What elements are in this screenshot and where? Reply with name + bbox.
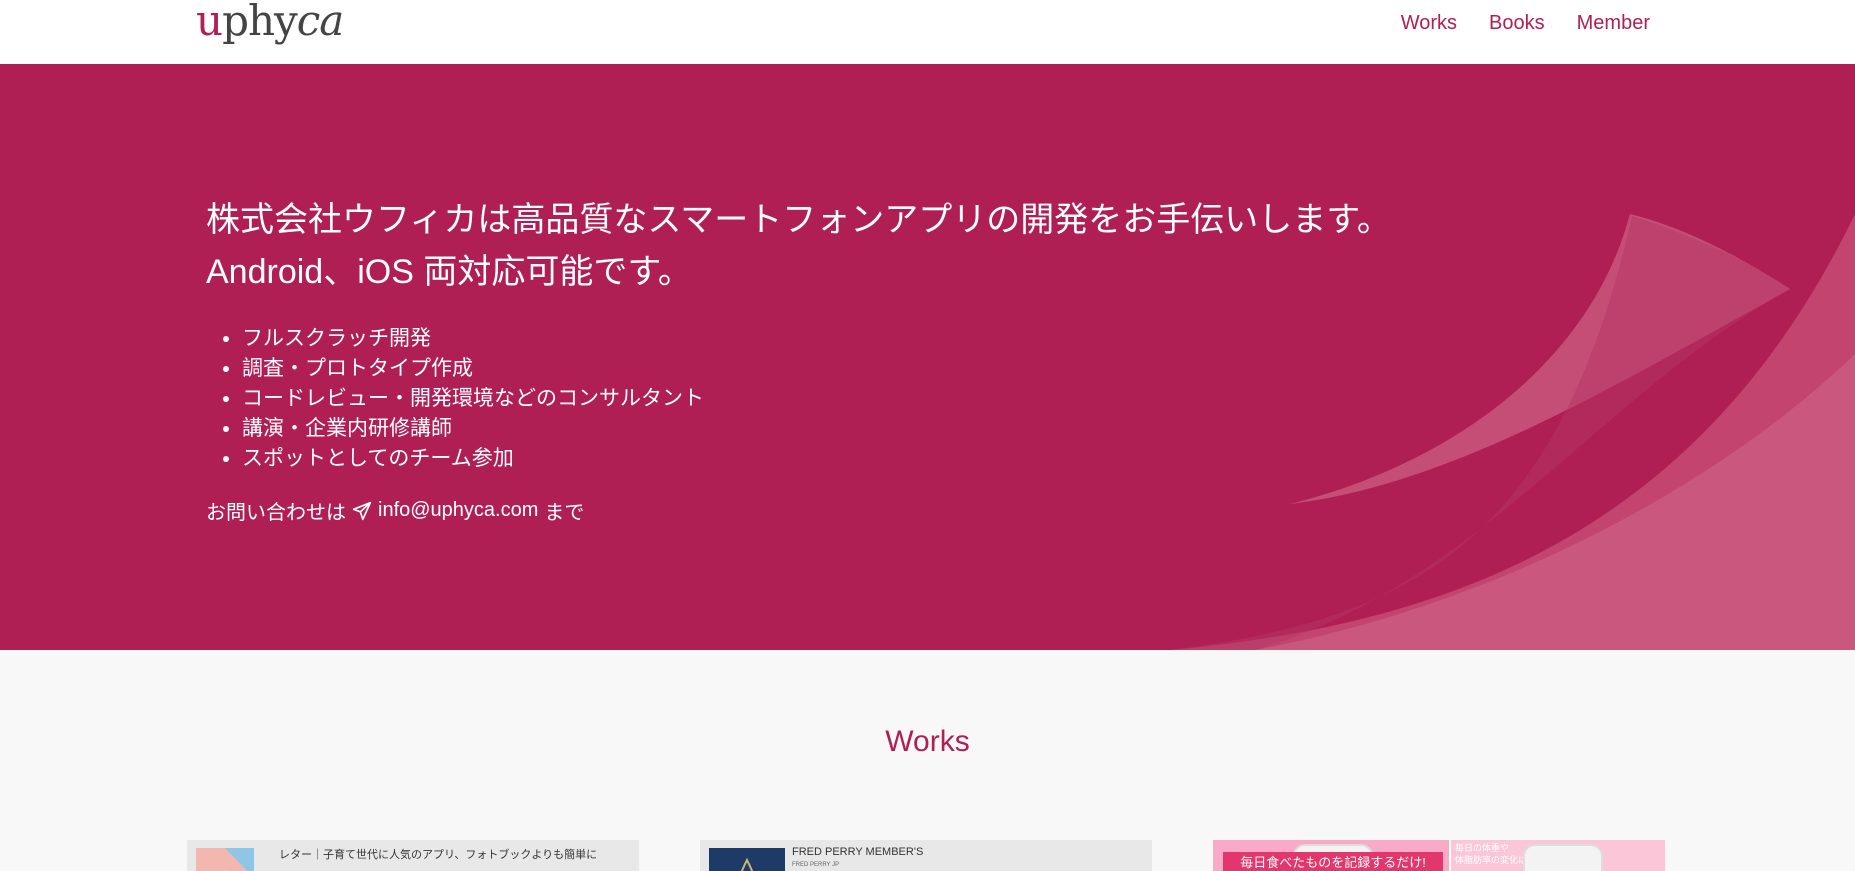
- service-item: 講演・企業内研修講師: [242, 414, 1391, 444]
- contact-prefix: お問い合わせは: [206, 502, 346, 524]
- work-card-title: レター｜子育て世代に人気のアプリ、フォトブックよりも簡単に: [279, 849, 598, 861]
- work-card-fred-perry[interactable]: FRED PERRY MEMBER'S FRED PERRY JP: [700, 840, 1152, 871]
- service-item: フルスクラッチ開発: [242, 324, 1391, 354]
- logo-phy: phy: [222, 0, 298, 45]
- phone-mockup: [1523, 844, 1603, 871]
- letter-app-thumbnail: [196, 848, 254, 871]
- service-item: スポットとしてのチーム参加: [242, 444, 1391, 474]
- hero-title-line2: Android、iOS 両対応可能です。: [206, 253, 692, 291]
- service-list: フルスクラッチ開発 調査・プロトタイプ作成 コードレビュー・開発環境などのコンサ…: [242, 324, 1391, 474]
- works-card-list: レター｜子育て世代に人気のアプリ、フォトブックよりも簡単に FRED PERRY…: [187, 840, 1667, 871]
- paper-plane-icon: [352, 501, 372, 520]
- fred-perry-thumbnail: [709, 848, 785, 871]
- work-card-letter[interactable]: レター｜子育て世代に人気のアプリ、フォトブックよりも簡単に: [187, 840, 639, 871]
- nav-books[interactable]: Books: [1489, 12, 1545, 35]
- hero-content: 株式会社ウフィカは高品質なスマートフォンアプリの開発をお手伝いします。 Andr…: [206, 194, 1391, 525]
- top-navbar: uphyca Works Books Member: [0, 0, 1855, 64]
- hero-title-line1: 株式会社ウフィカは高品質なスマートフォンアプリの開発をお手伝いします。: [206, 201, 1391, 239]
- service-item: 調査・プロトタイプ作成: [242, 354, 1391, 384]
- nav-member[interactable]: Member: [1577, 12, 1650, 35]
- logo-ca: ca: [296, 0, 345, 45]
- nav-works[interactable]: Works: [1401, 12, 1457, 35]
- main-nav: Works Books Member: [1401, 12, 1650, 35]
- hero-section: 株式会社ウフィカは高品質なスマートフォンアプリの開発をお手伝いします。 Andr…: [0, 64, 1855, 650]
- contact-email-link[interactable]: info@uphyca.com: [378, 499, 538, 522]
- uphyca-logo[interactable]: uphyca: [196, 0, 345, 48]
- contact-suffix: まで: [544, 502, 585, 524]
- work-card-banner: 毎日食べたものを記録するだけ!: [1223, 852, 1443, 871]
- work-card-food-log[interactable]: 毎日食べたものを記録するだけ! 毎日の体重や 体脂肪率の変化は: [1213, 840, 1665, 871]
- service-item: コードレビュー・開発環境などのコンサルタント: [242, 384, 1391, 414]
- contact-line: お問い合わせは info@uphyca.com まで: [206, 496, 1391, 525]
- side-text-line2: 体脂肪率の変化は: [1455, 855, 1528, 865]
- work-card-title: FRED PERRY MEMBER'S: [792, 846, 924, 858]
- side-text-line1: 毎日の体重や: [1455, 843, 1510, 853]
- hero-title: 株式会社ウフィカは高品質なスマートフォンアプリの開発をお手伝いします。 Andr…: [206, 194, 1391, 298]
- logo-u: u: [196, 0, 223, 45]
- work-card-side-text: 毎日の体重や 体脂肪率の変化は: [1455, 842, 1527, 866]
- work-card-subtitle: FRED PERRY JP: [792, 862, 840, 868]
- works-heading: Works: [885, 725, 970, 758]
